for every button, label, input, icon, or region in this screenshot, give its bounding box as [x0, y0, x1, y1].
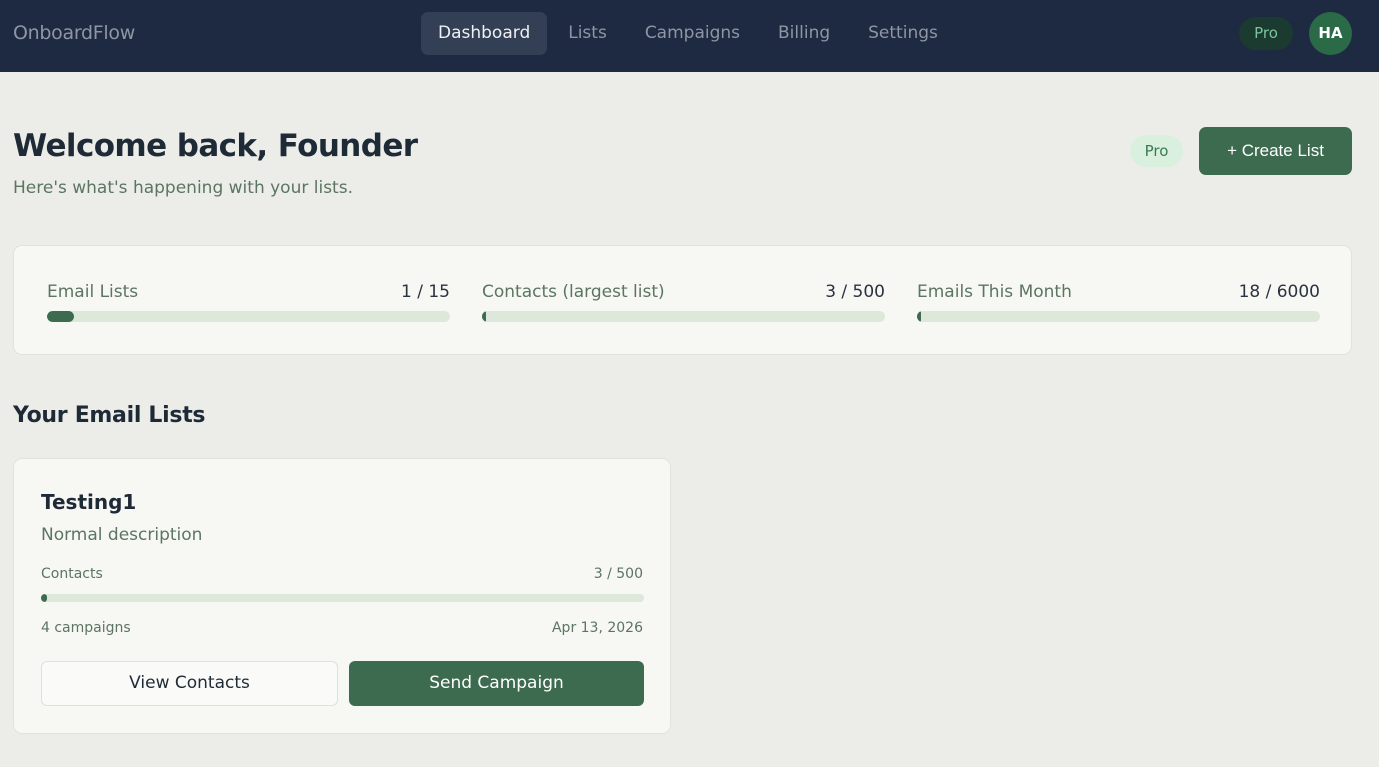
create-list-button[interactable]: + Create List	[1199, 127, 1352, 175]
list-name: Testing1	[41, 490, 137, 514]
usage-label: Emails This Month	[917, 282, 1072, 302]
usage-progress-fill	[47, 311, 74, 322]
nav-billing[interactable]: Billing	[761, 12, 847, 55]
view-contacts-button[interactable]: View Contacts	[41, 661, 338, 706]
list-description: Normal description	[41, 525, 203, 545]
contacts-progress-bar	[41, 594, 644, 602]
usage-progress-bar	[917, 311, 1320, 322]
page-subtitle: Here's what's happening with your lists.	[13, 178, 353, 198]
contacts-progress-fill	[41, 594, 48, 602]
nav-dashboard[interactable]: Dashboard	[421, 12, 548, 55]
usage-label: Contacts (largest list)	[482, 282, 665, 302]
send-campaign-button[interactable]: Send Campaign	[349, 661, 644, 706]
usage-label: Email Lists	[47, 282, 139, 302]
contacts-value: 3 / 500	[593, 566, 643, 582]
usage-progress-bar	[47, 311, 450, 322]
section-title: Your Email Lists	[13, 403, 206, 428]
brand-logo[interactable]: OnboardFlow	[13, 22, 135, 44]
top-navbar: OnboardFlow Dashboard Lists Campaigns Bi…	[0, 0, 1379, 72]
nav-campaigns[interactable]: Campaigns	[628, 12, 757, 55]
plan-badge: Pro	[1130, 135, 1183, 167]
usage-progress-bar	[482, 311, 885, 322]
list-date: Apr 13, 2026	[551, 620, 643, 636]
usage-value: 3 / 500	[825, 282, 885, 302]
nav-lists[interactable]: Lists	[551, 12, 624, 55]
usage-value: 1 / 15	[401, 282, 450, 302]
main-nav: Dashboard Lists Campaigns Billing Settin…	[421, 12, 959, 55]
usage-progress-fill	[917, 311, 922, 322]
usage-progress-fill	[482, 311, 487, 322]
contacts-label: Contacts	[41, 566, 103, 582]
nav-settings[interactable]: Settings	[851, 12, 955, 55]
usage-summary-card: Email Lists 1 / 15 Contacts (largest lis…	[13, 245, 1352, 355]
user-avatar[interactable]: HA	[1309, 12, 1352, 55]
usage-value: 18 / 6000	[1238, 282, 1320, 302]
email-list-card: Testing1 Normal description Contacts 3 /…	[13, 458, 671, 734]
campaign-count: 4 campaigns	[41, 620, 131, 636]
plan-badge: Pro	[1239, 17, 1293, 50]
page-title: Welcome back, Founder	[13, 128, 418, 164]
